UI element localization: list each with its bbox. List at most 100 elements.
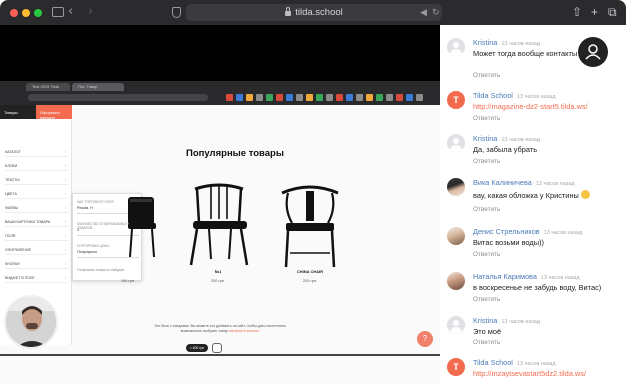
video-player[interactable]: Test 2019 Tilda Пот. Товар Товары Оформи… [0,25,440,384]
share-icon[interactable]: ⇧ [572,4,582,20]
cart-pill: = 400 грн [186,344,208,352]
reload-icon[interactable]: ↻ [432,6,440,18]
user-avatar [447,227,465,245]
message-author: Kristina 13 часов назад [473,316,541,325]
chair-image-3 [281,185,339,268]
account-button[interactable] [578,37,608,67]
reply-link[interactable]: Ответить [473,296,500,303]
panel-row: ТЕКСТЫ › [5,175,68,185]
forward-icon[interactable]: › [88,5,93,19]
panel-row: ОФОРМЛЕНИЕ › [5,245,68,255]
user-avatar [447,316,465,334]
help-button: ? [417,331,433,347]
recorded-tab-2: Пот. Товар [72,83,124,91]
chat-panel: Kristina 13 часов назад Может тогда вообщ… [440,25,626,384]
tilda-avatar [447,358,465,376]
dropdown-label: ШАГ ТОРГОВОГО ПОЛЯ [77,200,114,204]
message-time: 13 часов назад [535,181,575,187]
tilda-avatar [447,91,465,109]
back-icon[interactable]: ‹ [68,5,73,19]
new-tab-icon[interactable]: + [591,4,598,20]
user-avatar [447,134,465,152]
message-time: 13 часов назад [501,319,541,325]
browser-toolbar: ‹ › tilda.school ◀ ↻ ⇧ + ⧉ [0,0,626,25]
chat-message: Вика Калиничева 13 часов назад вау, какая… [440,175,626,221]
speaker-icon[interactable]: ◀ [420,6,427,18]
chat-message: Kristina 13 часов назад Да, забыла убрать… [440,131,626,177]
catalog-note: Это блок с товарами. Вы можете его добав… [154,324,286,333]
message-text: Да, забыла убрать [473,145,538,154]
chat-message: Наталья Каримова 13 часов назад в воскрес… [440,269,626,315]
recorded-tab-1: Test 2019 Tilda [26,83,70,91]
user-avatar [447,178,465,196]
page-title: Популярные товары [186,148,284,159]
message-text: Это моё [473,327,502,336]
panel-row: ФАЙЛЫ › [5,203,68,213]
message-author: Вика Калиничева 13 часов назад [473,178,575,187]
panel-row: КАТАЛОГ › [5,147,68,157]
catalog-note-link: настроить каталог [228,329,260,333]
webcam-overlay [4,295,58,349]
message-author: Kristina 13 часов назад [473,38,541,47]
message-time: 13 часов назад [516,361,556,367]
panel-row: ВИДЖЕТ В ПОЛЕ › [5,273,68,283]
panel-row: ПОЛЯ › [5,231,68,241]
reply-link[interactable]: Ответить [473,115,500,122]
recorded-browser-toolbar: Test 2019 Tilda Пот. Товар [0,81,440,105]
panel-header-left: Товары [0,105,36,119]
video-top-black [0,25,440,81]
panel-row: ВАШИ КАРТОЧКИ ТОВАРА › [5,217,68,227]
message-author: Наталья Каримова 13 часов назад [473,272,580,281]
message-time: 13 часов назад [501,137,541,143]
product-price-1: 190 грн. [120,279,136,283]
dropdown-value: Популярное [77,250,98,254]
product-name-2: №1 [214,269,222,274]
maximize-window-button[interactable] [34,9,42,17]
reply-link[interactable]: Ответить [473,72,500,79]
minimize-window-button[interactable] [22,9,30,17]
message-time: 13 часов назад [516,94,556,100]
message-time: 13 часов назад [540,275,580,281]
heart-eyes-emoji-icon [580,190,590,199]
message-author: Tilda School 13 часов назад [473,358,556,367]
chat-message: Tilda School13 часов назад http://magazi… [440,88,626,134]
chair-image-2 [189,183,249,266]
user-avatar [447,272,465,290]
dropdown-value: Режим. Н [77,206,93,210]
lock-icon [285,7,292,16]
message-text: в воскресенье не забудь воду, Витас) [473,283,602,292]
recorded-page: Товары Оформить магазин КАТАЛОГ › БЛОКИ › … [0,105,440,384]
message-author: Денис Стрельников 13 часов назад [473,227,583,236]
message-text: вау, какая обложка у Кристины [473,189,623,201]
recorded-address-bar [28,94,208,101]
message-author: Tilda School 13 часов назад [473,91,556,100]
message-text: Витас возьми воды)) [473,238,544,247]
user-icon [585,44,601,60]
panel-header-right: Оформить магазин [36,105,72,120]
sidebar-toggle-icon[interactable] [52,7,64,17]
message-link[interactable]: http://mzaytsevastart5dz2.tilda.ws/ [473,369,623,379]
chat-message: Tilda School13 часов назад http://mzayts… [440,355,626,384]
product-price-3: 200 грн. [302,279,318,283]
message-time: 13 часов назад [501,41,541,47]
dropdown-label: СОРТИРОВКА ЦЕНЫ [77,244,110,248]
reply-link[interactable]: Ответить [473,206,500,213]
recorded-extensions [226,94,423,101]
cart-bag-icon [212,343,222,353]
privacy-shield-icon[interactable] [172,7,181,18]
reply-link[interactable]: Ответить [473,158,500,165]
chat-message: Kristina 13 часов назад Это моё Ответить [440,313,626,359]
panel-row: ЦВЕТА › [5,189,68,199]
message-link[interactable]: http://magazine-dz2-start5.tilda.ws/ [473,102,623,112]
tab-overview-icon[interactable]: ⧉ [608,4,617,20]
address-bar[interactable]: tilda.school [186,4,442,21]
reply-link[interactable]: Ответить [473,251,500,258]
product-name-3: CHINA CHAIR [296,269,324,274]
video-progress-bar[interactable] [0,354,440,356]
close-window-button[interactable] [10,9,18,17]
panel-row: БЛОКИ › [5,161,68,171]
chat-message: Денис Стрельников 13 часов назад Витас во… [440,224,626,270]
reply-link[interactable]: Ответить [473,339,500,346]
chair-image-1 [128,197,156,258]
message-author: Kristina 13 часов назад [473,134,541,143]
